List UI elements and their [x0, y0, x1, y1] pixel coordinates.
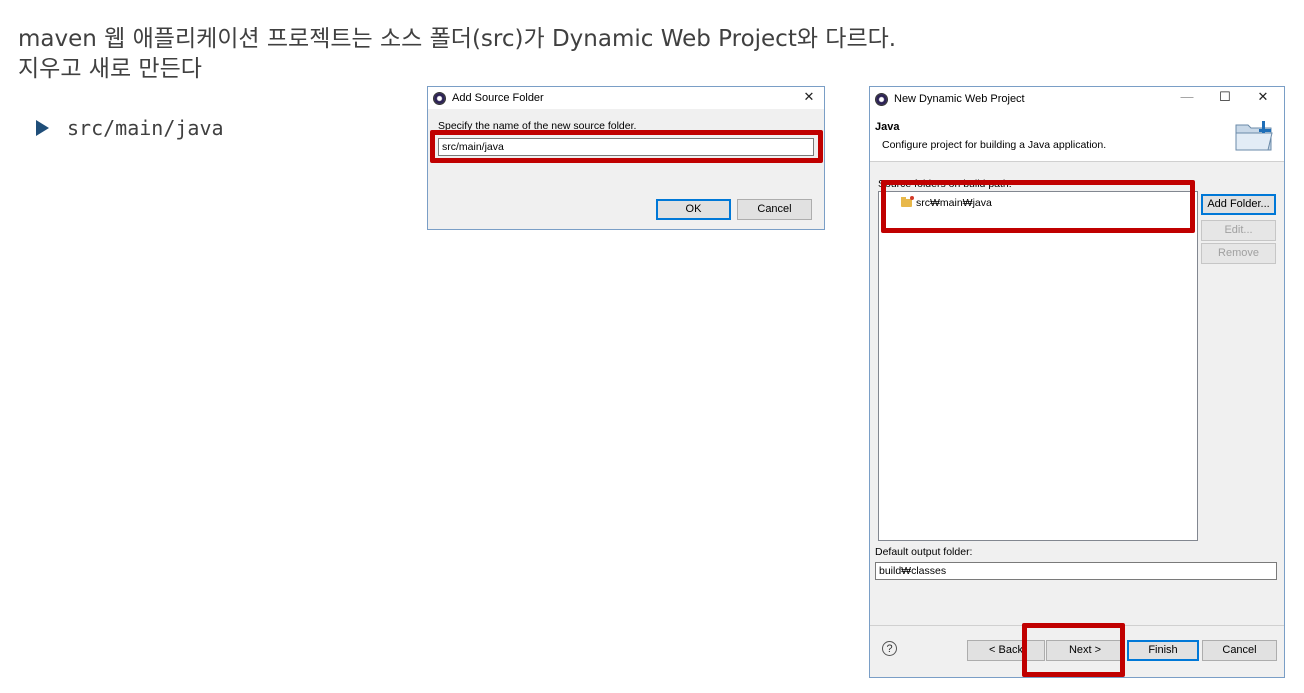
add-source-folder-dialog: Add Source Folder ✕ Specify the name of … [427, 86, 825, 230]
close-icon[interactable]: ✕ [1248, 89, 1278, 105]
output-folder-input[interactable]: build₩classes [875, 562, 1277, 580]
folder-icon [1235, 121, 1273, 151]
dialog-title: Add Source Folder [452, 92, 544, 104]
remove-button[interactable]: Remove [1201, 243, 1276, 264]
close-icon[interactable]: ✕ [794, 89, 824, 105]
highlight-folder-input [430, 130, 823, 163]
edit-button[interactable]: Edit... [1201, 220, 1276, 241]
remove-label: Remove [1218, 247, 1259, 259]
section-title: Java [875, 121, 900, 133]
add-folder-button[interactable]: Add Folder... [1201, 194, 1276, 215]
wizard-titlebar: New Dynamic Web Project — ☐ ✕ [870, 87, 1284, 111]
bullet-item: src/main/java [36, 116, 224, 140]
output-folder-label: Default output folder: [875, 546, 973, 558]
maximize-icon[interactable]: ☐ [1210, 89, 1240, 105]
add-folder-label: Add Folder... [1207, 198, 1270, 210]
slide-title-line-1: maven 웹 애플리케이션 프로젝트는 소스 폴더(src)가 Dynamic… [18, 26, 897, 52]
wizard-header: Java Configure project for building a Ja… [870, 111, 1284, 162]
eclipse-icon [433, 91, 446, 105]
bullet-arrow-icon [36, 120, 49, 136]
edit-label: Edit... [1224, 224, 1253, 236]
source-folders-list[interactable]: src₩main₩java [878, 191, 1198, 541]
help-icon[interactable]: ? [882, 641, 897, 656]
dialog-titlebar: Add Source Folder ✕ [428, 87, 824, 109]
bullet-text: src/main/java [67, 116, 224, 140]
wizard-title: New Dynamic Web Project [894, 93, 1025, 105]
highlight-source-list [881, 180, 1195, 233]
slide-title-line-2: 지우고 새로 만든다 [18, 56, 202, 82]
cancel-button[interactable]: Cancel [737, 199, 812, 220]
slide-title: maven 웹 애플리케이션 프로젝트는 소스 폴더(src)가 Dynamic… [18, 24, 896, 84]
ok-button[interactable]: OK [656, 199, 731, 220]
eclipse-icon [875, 92, 888, 106]
section-description: Configure project for building a Java ap… [882, 139, 1107, 151]
highlight-next-button [1022, 623, 1125, 677]
finish-button[interactable]: Finish [1127, 640, 1199, 661]
minimize-icon[interactable]: — [1172, 89, 1202, 104]
new-dynamic-web-project-dialog: New Dynamic Web Project — ☐ ✕ Java Confi… [869, 86, 1285, 678]
cancel-button[interactable]: Cancel [1202, 640, 1277, 661]
